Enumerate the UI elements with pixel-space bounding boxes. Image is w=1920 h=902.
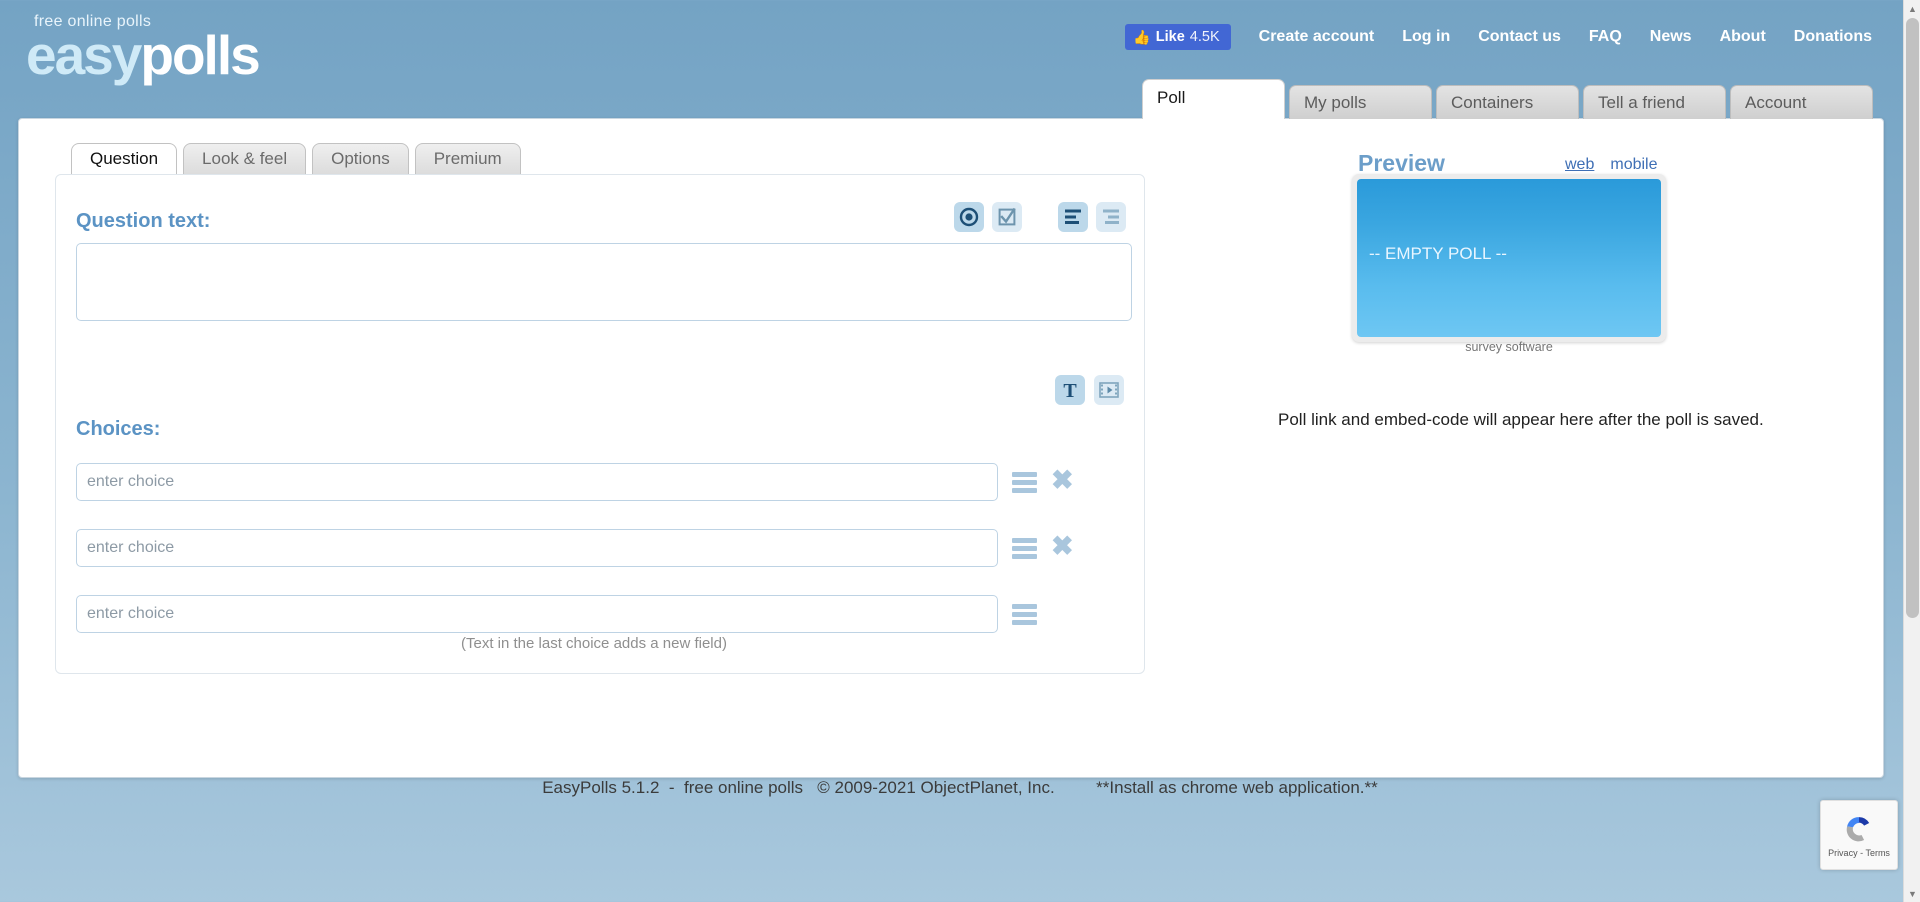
preview-mode-mobile[interactable]: mobile xyxy=(1610,156,1657,174)
footer-dash: - xyxy=(668,778,675,797)
logo-word-easy: easy xyxy=(26,24,142,86)
question-text-label: Question text: xyxy=(76,210,211,232)
preview-mode-switch: web mobile xyxy=(1565,156,1658,174)
tab-look-and-feel[interactable]: Look & feel xyxy=(183,143,307,175)
nav-link-create-account[interactable]: Create account xyxy=(1259,28,1375,46)
radio-button-icon[interactable] xyxy=(954,202,984,232)
page-scrollbar[interactable]: ▲ ▼ xyxy=(1903,0,1920,902)
recaptcha-badge[interactable]: Privacy - Terms xyxy=(1820,800,1898,870)
scroll-down-icon[interactable]: ▼ xyxy=(1904,885,1920,902)
recaptcha-privacy[interactable]: Privacy xyxy=(1828,848,1858,858)
main-tab-poll[interactable]: Poll xyxy=(1142,79,1285,119)
preview-mode-web[interactable]: web xyxy=(1565,156,1594,174)
tab-question[interactable]: Question xyxy=(71,143,178,175)
scrollbar-thumb[interactable] xyxy=(1906,18,1919,618)
media-type-icon[interactable] xyxy=(1094,375,1124,405)
recaptcha-icon xyxy=(1846,817,1870,842)
delete-choice-icon[interactable]: ✖ xyxy=(1051,533,1074,560)
choice-type-toolbar: T xyxy=(1055,375,1124,405)
facebook-like-count: 4.5K xyxy=(1189,29,1220,45)
choice-input-1[interactable] xyxy=(76,463,998,501)
tab-premium[interactable]: Premium xyxy=(414,143,521,175)
svg-text:T: T xyxy=(1063,380,1077,401)
main-tab-my-polls[interactable]: My polls xyxy=(1289,85,1432,119)
nav-link-about[interactable]: About xyxy=(1720,28,1766,46)
delete-choice-icon[interactable]: ✖ xyxy=(1051,467,1074,494)
drag-handle-icon[interactable] xyxy=(1012,471,1037,493)
preview-empty-text: -- EMPTY POLL -- xyxy=(1369,244,1507,263)
drag-handle-icon[interactable] xyxy=(1012,603,1037,625)
main-tab-containers[interactable]: Containers xyxy=(1436,85,1579,119)
preview-poll-body: -- EMPTY POLL -- xyxy=(1357,179,1661,337)
choice-row: ✖ xyxy=(76,529,1074,567)
question-text-input[interactable] xyxy=(76,243,1132,321)
main-tab-tell-a-friend[interactable]: Tell a friend xyxy=(1583,85,1726,119)
align-right-icon[interactable] xyxy=(1096,202,1126,232)
footer-subtitle: free online polls xyxy=(683,778,804,797)
main-tab-bar: Poll My polls Containers Tell a friend A… xyxy=(1142,79,1873,119)
nav-link-donations[interactable]: Donations xyxy=(1794,28,1872,46)
page-footer: EasyPolls 5.1.2 - free online polls © 20… xyxy=(0,778,1920,798)
choice-row xyxy=(76,595,1037,633)
choices-hint: (Text in the last choice adds a new fiel… xyxy=(461,635,727,652)
footer-copyright: © 2009-2021 ObjectPlanet, Inc. xyxy=(817,778,1055,797)
scroll-up-icon[interactable]: ▲ xyxy=(1904,0,1920,17)
question-type-toolbar xyxy=(954,202,1126,232)
footer-install-note: **Install as chrome web application.** xyxy=(1096,778,1378,797)
align-left-icon[interactable] xyxy=(1058,202,1088,232)
choice-input-2[interactable] xyxy=(76,529,998,567)
page-header: free online polls easypolls 👍 Like 4.5K … xyxy=(0,0,1920,83)
thumbs-up-icon: 👍 xyxy=(1133,29,1151,45)
site-logo[interactable]: free online polls easypolls xyxy=(26,14,261,83)
nav-link-faq[interactable]: FAQ xyxy=(1589,28,1622,46)
form-tab-bar: Question Look & feel Options Premium xyxy=(71,143,521,175)
recaptcha-terms[interactable]: Terms xyxy=(1865,848,1890,858)
logo-wordmark: easypolls xyxy=(26,28,261,83)
choice-input-3[interactable] xyxy=(76,595,998,633)
question-form-panel: Question text: Choices: T enter choice ✖… xyxy=(55,174,1145,674)
recaptcha-legal: Privacy - Terms xyxy=(1828,848,1890,858)
logo-word-polls: polls xyxy=(140,24,260,86)
facebook-like-label: Like xyxy=(1155,29,1185,45)
top-navigation: 👍 Like 4.5K Create account Log in Contac… xyxy=(1125,24,1872,50)
text-type-icon[interactable]: T xyxy=(1055,375,1085,405)
preview-caption: survey software xyxy=(1465,340,1553,354)
drag-handle-icon[interactable] xyxy=(1012,537,1037,559)
nav-link-news[interactable]: News xyxy=(1650,28,1692,46)
preview-title: Preview xyxy=(1358,150,1445,176)
nav-link-contact-us[interactable]: Contact us xyxy=(1478,28,1561,46)
choices-label: Choices: xyxy=(76,418,161,440)
recaptcha-sep: - xyxy=(1860,848,1864,858)
poll-link-note: Poll link and embed-code will appear her… xyxy=(1278,410,1764,429)
main-tab-account[interactable]: Account xyxy=(1730,85,1873,119)
footer-product: EasyPolls 5.1.2 xyxy=(542,778,660,797)
nav-link-log-in[interactable]: Log in xyxy=(1402,28,1450,46)
facebook-like-button[interactable]: 👍 Like 4.5K xyxy=(1125,24,1231,50)
checkbox-icon[interactable] xyxy=(992,202,1022,232)
preview-frame: -- EMPTY POLL -- xyxy=(1352,174,1666,342)
choice-row: ✖ xyxy=(76,463,1074,501)
tab-options[interactable]: Options xyxy=(312,143,409,175)
